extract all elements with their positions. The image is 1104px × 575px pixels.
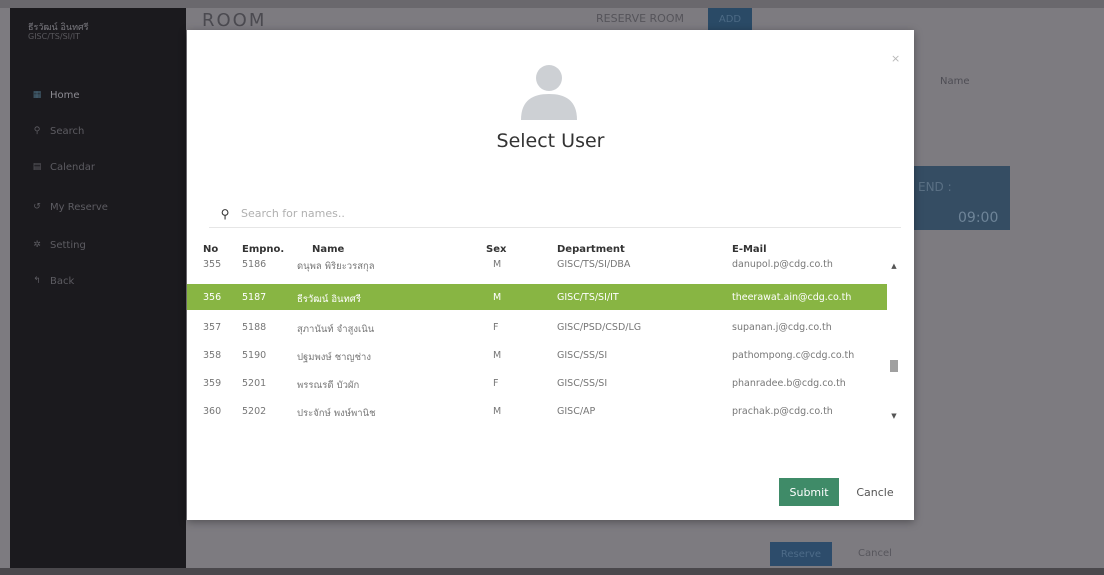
column-header-department[interactable]: Department <box>557 244 625 255</box>
sidebar-item-home[interactable]: ▦ Home <box>10 80 186 110</box>
cell-no: 356 <box>203 292 222 303</box>
name-column-header: Name <box>940 76 970 87</box>
cell-email: supanan.j@cdg.co.th <box>732 322 832 333</box>
cell-name: พรรณรดี บัวผัก <box>297 380 360 391</box>
reserve-room-button[interactable]: ADD <box>708 8 752 30</box>
table-header: No Empno. Name Sex Department E-Mail <box>187 244 914 258</box>
search-bar: ⚲ <box>209 200 901 228</box>
table-row[interactable]: 359 5201 พรรณรดี บัวผัก F GISC/SS/SI pha… <box>187 370 887 396</box>
cancel-button[interactable]: Cancel <box>858 548 892 559</box>
cell-empno: 5202 <box>242 406 267 417</box>
table-row[interactable]: 357 5188 สุภานันท์ จำสูงเนิน F GISC/PSD/… <box>187 314 887 340</box>
reserve-room-label: RESERVE ROOM <box>596 12 684 25</box>
sidebar-item-label: Search <box>50 125 85 137</box>
sidebar-item-calendar[interactable]: ▤ Calendar <box>10 152 186 182</box>
user-avatar-icon <box>521 65 577 120</box>
cell-no: 355 <box>203 259 222 270</box>
sidebar: ธีรวัฒน์ อินทศรี GISC/TS/SI/IT ▦ Home ⚲ … <box>10 8 186 568</box>
cell-no: 359 <box>203 378 222 389</box>
cell-sex: M <box>493 406 502 417</box>
cell-email: pathompong.c@cdg.co.th <box>732 350 855 361</box>
cell-empno: 5190 <box>242 350 267 361</box>
table-row[interactable]: 358 5190 ปฐมพงษ์ ชาญช่าง M GISC/SS/SI pa… <box>187 342 887 368</box>
table-row[interactable]: 355 5186 ดนุพล พิริยะวรสกุล M GISC/TS/SI… <box>187 258 887 284</box>
select-user-modal: × Select User ⚲ No Empno. Name Sex Depar… <box>187 30 914 520</box>
cell-sex: F <box>493 322 499 333</box>
close-icon[interactable]: × <box>891 52 900 65</box>
search-input[interactable] <box>241 207 861 220</box>
table-scrollbar[interactable]: ▲ ▼ <box>889 262 899 422</box>
sidebar-item-label: Setting <box>50 239 86 251</box>
search-icon: ⚲ <box>33 126 41 136</box>
cell-email: danupol.p@cdg.co.th <box>732 259 833 270</box>
cell-no: 358 <box>203 350 222 361</box>
column-header-name[interactable]: Name <box>312 244 344 255</box>
page-title: ROOM <box>202 10 267 31</box>
cell-email: prachak.p@cdg.co.th <box>732 406 833 417</box>
cell-email: theerawat.ain@cdg.co.th <box>732 292 852 303</box>
cell-department: GISC/TS/SI/DBA <box>557 259 631 270</box>
sidebar-item-label: My Reserve <box>50 201 108 213</box>
cell-name: ปฐมพงษ์ ชาญช่าง <box>297 352 372 363</box>
search-icon: ⚲ <box>220 206 230 221</box>
scroll-thumb[interactable] <box>890 360 898 372</box>
cell-name: ดนุพล พิริยะวรสกุล <box>297 261 375 272</box>
column-header-empno[interactable]: Empno. <box>242 244 284 255</box>
cell-no: 360 <box>203 406 222 417</box>
column-header-sex[interactable]: Sex <box>486 244 506 255</box>
reply-icon: ↰ <box>33 276 41 286</box>
cell-empno: 5188 <box>242 322 267 333</box>
cell-name: สุภานันท์ จำสูงเนิน <box>297 324 375 335</box>
cancel-button[interactable]: Cancle <box>853 478 897 506</box>
sidebar-user-dept: GISC/TS/SI/IT <box>28 32 80 41</box>
cell-name: ธีรวัฒน์ อินทศรี <box>297 294 361 305</box>
cell-sex: M <box>493 350 502 361</box>
cell-department: GISC/TS/SI/IT <box>557 292 619 303</box>
cell-department: GISC/AP <box>557 406 596 417</box>
screen-frame-top <box>0 0 1104 8</box>
end-time-value: 09:00 <box>958 210 999 226</box>
sidebar-item-label: Calendar <box>50 161 95 173</box>
scroll-up-arrow-icon[interactable]: ▲ <box>889 262 899 270</box>
sidebar-item-label: Home <box>50 89 80 101</box>
table-row[interactable]: 360 5202 ประจักษ์ พงษ์พานิช M GISC/AP pr… <box>187 398 887 424</box>
sidebar-item-label: Back <box>50 275 75 287</box>
cell-sex: M <box>493 259 502 270</box>
submit-button[interactable]: Submit <box>779 478 839 506</box>
sidebar-item-search[interactable]: ⚲ Search <box>10 116 186 146</box>
cell-name: ประจักษ์ พงษ์พานิช <box>297 408 376 419</box>
column-header-email[interactable]: E-Mail <box>732 244 767 255</box>
screen-frame-bottom <box>0 568 1104 575</box>
sidebar-item-back[interactable]: ↰ Back <box>10 266 186 296</box>
cell-empno: 5187 <box>242 292 267 303</box>
sidebar-item-setting[interactable]: ✲ Setting <box>10 230 186 260</box>
user-table-body: 355 5186 ดนุพล พิริยะวรสกุล M GISC/TS/SI… <box>187 258 887 430</box>
reserve-button[interactable]: Reserve <box>770 542 832 566</box>
cell-sex: M <box>493 292 502 303</box>
table-row-selected[interactable]: 356 5187 ธีรวัฒน์ อินทศรี M GISC/TS/SI/I… <box>187 284 887 310</box>
cell-empno: 5186 <box>242 259 267 270</box>
cell-no: 357 <box>203 322 222 333</box>
end-label: END : <box>918 180 952 194</box>
calendar-icon: ▤ <box>32 162 42 172</box>
modal-title: Select User <box>496 130 605 152</box>
cell-department: GISC/SS/SI <box>557 378 608 389</box>
cell-email: phanradee.b@cdg.co.th <box>732 378 846 389</box>
cell-sex: F <box>493 378 499 389</box>
gear-icon: ✲ <box>33 240 41 250</box>
sidebar-item-my-reserve[interactable]: ↺ My Reserve <box>10 192 186 222</box>
grid-icon: ▦ <box>32 90 42 100</box>
scroll-down-arrow-icon[interactable]: ▼ <box>889 412 899 420</box>
cell-department: GISC/SS/SI <box>557 350 608 361</box>
column-header-no[interactable]: No <box>203 244 218 255</box>
cell-department: GISC/PSD/CSD/LG <box>557 322 642 333</box>
cell-empno: 5201 <box>242 378 267 389</box>
history-icon: ↺ <box>33 202 41 212</box>
